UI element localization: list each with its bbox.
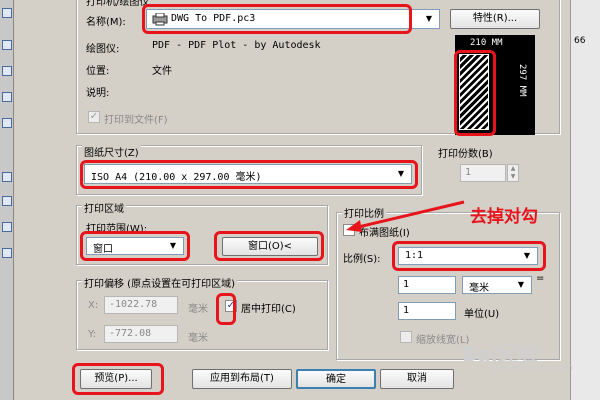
tool-icon[interactable] — [2, 172, 12, 182]
scale-value1-input[interactable]: 1 — [398, 276, 456, 294]
highlight-printer-name — [142, 4, 412, 34]
chevron-down-icon[interactable]: ▼ — [422, 12, 436, 26]
chevron-down-icon[interactable]: ▼ — [514, 278, 528, 292]
scale-lineweight-checkbox[interactable] — [400, 331, 412, 343]
watermark-url: jingyan.baidu.com — [490, 363, 574, 373]
paper-width-label: 210 MM — [470, 38, 503, 48]
offset-x-value: -1022.78 — [109, 299, 158, 310]
offset-y-label: Y: — [88, 329, 97, 340]
scale-value2: 1 — [403, 305, 410, 316]
plot-offset-title: 打印偏移 (原点设置在可打印区域) — [82, 275, 237, 290]
scale-label: 比例(S): — [343, 254, 381, 265]
scale-unit-value: 毫米 — [469, 283, 489, 294]
description-label: 说明: — [86, 88, 110, 99]
highlight-scale — [392, 241, 546, 271]
background-label: 66 — [574, 36, 586, 46]
plotter-label: 绘图仪: — [86, 44, 120, 55]
tool-icon[interactable] — [2, 196, 12, 206]
highlight-paper-preview — [454, 50, 496, 136]
copies-input[interactable]: 1 — [460, 164, 506, 182]
annotation-arrow — [346, 200, 465, 232]
copies-spinner[interactable]: ▲ ▼ — [507, 164, 519, 182]
scale-value2-input[interactable]: 1 — [398, 302, 456, 320]
print-to-file-checkbox[interactable]: ✓ — [88, 111, 100, 123]
tool-icon[interactable] — [2, 248, 12, 258]
offset-x-label: X: — [88, 300, 99, 311]
tool-icon[interactable] — [2, 40, 12, 50]
printer-name-label: 名称(M): — [86, 17, 126, 28]
offset-x-unit: 毫米 — [188, 304, 208, 315]
annotation-text: 去掉对勾 — [470, 207, 538, 227]
copies-value: 1 — [465, 167, 472, 178]
tool-icon[interactable] — [2, 222, 12, 232]
location-value: 文件 — [152, 66, 172, 77]
left-toolbar — [0, 0, 14, 400]
highlight-plot-range — [80, 231, 190, 261]
scale-unit-select[interactable]: 毫米 ▼ — [462, 276, 532, 294]
paper-height-label: 297 MM — [517, 64, 527, 97]
print-to-file-label: 打印到文件(F) — [104, 115, 168, 126]
tool-icon[interactable] — [2, 8, 12, 18]
highlight-preview-button — [72, 363, 164, 395]
highlight-paper-size — [80, 160, 418, 189]
tool-icon[interactable] — [2, 66, 12, 76]
offset-y-input[interactable]: -772.08 — [104, 325, 178, 343]
center-plot-label: 居中打印(C) — [241, 304, 296, 315]
highlight-window-button — [214, 231, 324, 261]
tool-icon[interactable] — [2, 92, 12, 102]
scale-value1: 1 — [403, 279, 410, 290]
apply-to-layout-button[interactable]: 应用到布局(T) — [192, 369, 292, 389]
printer-group-title: 打印机/绘图仪 — [84, 0, 152, 8]
copies-title: 打印份数(B) — [438, 149, 493, 160]
offset-x-input[interactable]: -1022.78 — [104, 296, 178, 314]
drawing-area-edge: 66 — [570, 0, 600, 400]
cancel-button[interactable]: 取消 — [380, 369, 454, 389]
offset-y-unit: 毫米 — [188, 333, 208, 344]
highlight-center-plot — [216, 293, 236, 325]
ok-button[interactable]: 确定 — [296, 369, 376, 389]
location-label: 位置: — [86, 66, 110, 77]
properties-button[interactable]: 特性(R)... — [450, 9, 540, 29]
equals-sign: = — [536, 273, 545, 284]
unit-label: 单位(U) — [464, 309, 500, 320]
paper-size-title: 图纸尺寸(Z) — [82, 144, 141, 159]
offset-y-value: -772.08 — [109, 328, 152, 339]
plot-area-title: 打印区域 — [82, 200, 126, 215]
plotter-value: PDF - PDF Plot - by Autodesk — [152, 40, 321, 51]
tool-icon[interactable] — [2, 118, 12, 128]
